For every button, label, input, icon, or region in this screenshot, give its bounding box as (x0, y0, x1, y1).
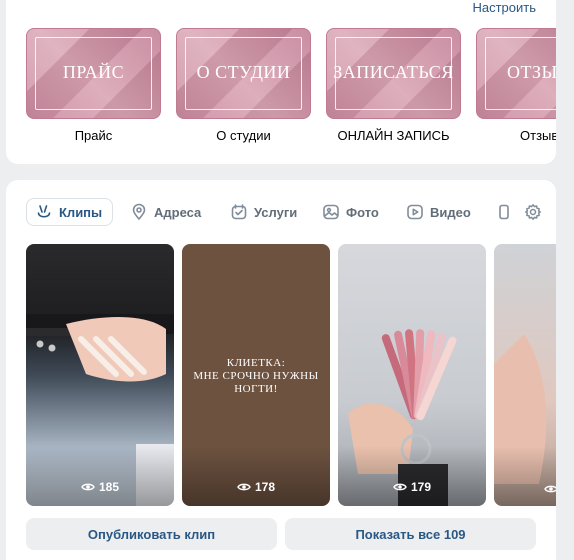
clip-card[interactable]: 185 (26, 244, 174, 506)
section-tabs: Клипы Адреса Услуги Фото Видео (26, 198, 556, 228)
eye-icon (393, 482, 407, 492)
tile-about[interactable]: О СТУДИИ О студии (176, 28, 311, 143)
views-count: 185 (98, 480, 120, 494)
tab-label: Клипы (59, 204, 103, 220)
tile-image-text: ОТЗЫ (507, 62, 556, 82)
eye-icon (237, 482, 251, 492)
clips-card: Клипы Адреса Услуги Фото Видео 185 КЛИЕТ… (6, 180, 556, 560)
clips-icon (35, 203, 53, 221)
tab-label: Услуги (254, 204, 298, 220)
tile-caption: О студии (216, 128, 271, 143)
video-icon (406, 203, 424, 221)
tile-caption: Отзыв (520, 128, 556, 143)
photo-icon (322, 203, 340, 221)
tile-image-text: ПРАЙС (62, 62, 125, 82)
tile-image: О СТУДИИ (176, 28, 311, 119)
links-card: Настроить ПРАЙС Прайс О СТУДИИ О студии … (6, 0, 556, 164)
views-count: 178 (254, 480, 276, 494)
clip-card[interactable] (494, 244, 556, 506)
views-counter (494, 484, 556, 494)
more-tab-icon (496, 203, 514, 221)
clip-card[interactable]: КЛИЕТКА: МНЕ СРОЧНО НУЖНЫ НОГТИ! 178 (182, 244, 330, 506)
tile-image: ОТЗЫ (476, 28, 556, 119)
clip-card[interactable]: 179 (338, 244, 486, 506)
tab-photo[interactable]: Фото (322, 198, 379, 226)
configure-link[interactable]: Настроить (472, 0, 536, 15)
publish-clip-button[interactable]: Опубликовать клип (26, 518, 277, 550)
clips-list: 185 КЛИЕТКА: МНЕ СРОЧНО НУЖНЫ НОГТИ! 178 (26, 244, 556, 506)
services-icon (230, 203, 248, 221)
tile-caption: ОНЛАЙН ЗАПИСЬ (337, 128, 450, 143)
tab-clips[interactable]: Клипы (26, 198, 114, 226)
tile-image-text: ЗАПИСАТЬСЯ (333, 62, 454, 82)
tab-label: Видео (430, 204, 471, 220)
views-count: 179 (410, 480, 432, 494)
tab-label: Адреса (154, 204, 202, 220)
tab-more[interactable] (496, 198, 520, 226)
tile-price[interactable]: ПРАЙС Прайс (26, 28, 161, 143)
gear-icon[interactable] (524, 203, 542, 221)
tab-services[interactable]: Услуги (230, 198, 297, 226)
views-counter: 178 (182, 480, 330, 494)
tile-image-text: О СТУДИИ (196, 62, 291, 82)
map-pin-icon (130, 203, 148, 221)
tab-addresses[interactable]: Адреса (130, 198, 201, 226)
tile-reviews[interactable]: ОТЗЫ Отзыв (476, 28, 556, 143)
tile-image: ЗАПИСАТЬСЯ (326, 28, 461, 119)
clip-overlay-text: КЛИЕТКА: МНЕ СРОЧНО НУЖНЫ НОГТИ! (193, 357, 319, 395)
tile-image: ПРАЙС (26, 28, 161, 119)
tab-label: Фото (346, 204, 379, 220)
tab-video[interactable]: Видео (406, 198, 471, 226)
views-counter: 185 (26, 480, 174, 494)
views-counter: 179 (338, 480, 486, 494)
eye-icon (81, 482, 95, 492)
tile-booking[interactable]: ЗАПИСАТЬСЯ ОНЛАЙН ЗАПИСЬ (326, 28, 461, 143)
show-all-clips-button[interactable]: Показать все 109 (285, 518, 536, 550)
eye-icon (544, 484, 556, 494)
tile-caption: Прайс (74, 128, 113, 143)
link-tiles: ПРАЙС Прайс О СТУДИИ О студии ЗАПИСАТЬСЯ… (26, 28, 556, 158)
